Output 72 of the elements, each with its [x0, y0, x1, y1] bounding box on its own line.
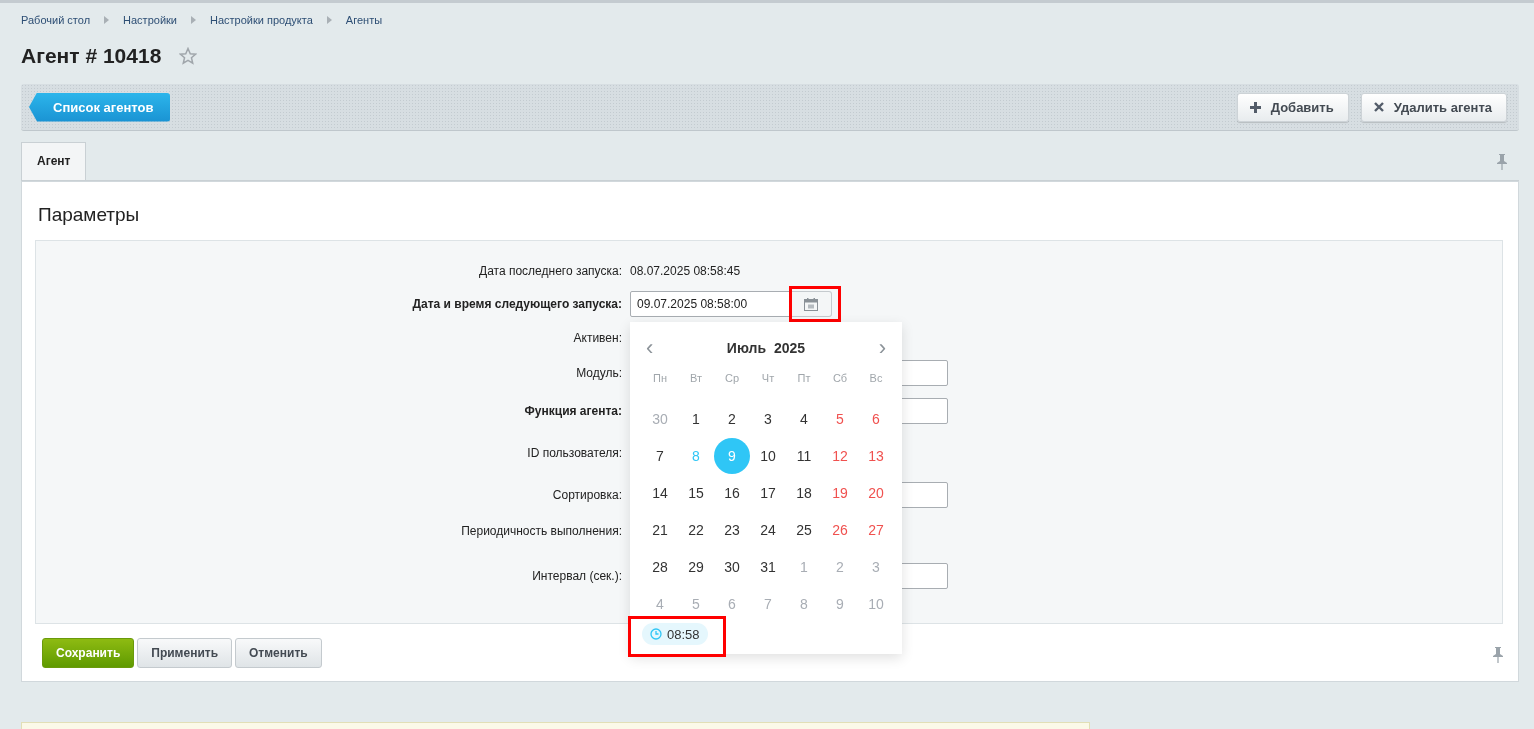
calendar-day[interactable]: 28: [642, 549, 678, 585]
toolbar-button[interactable]: Добавить: [1236, 92, 1349, 122]
page-title: Агент # 10418: [21, 44, 162, 68]
plus-icon: [1249, 101, 1261, 113]
calendar-day[interactable]: 17: [750, 475, 786, 511]
field-value: 08.07.2025 08:58:45: [630, 264, 741, 278]
breadcrumb-link[interactable]: Агенты: [345, 14, 383, 26]
calendar-day[interactable]: 3: [750, 401, 786, 437]
year-label[interactable]: 2025: [774, 340, 806, 356]
calendar-day[interactable]: 2: [714, 401, 750, 437]
date-input-field[interactable]: 09.07.2025 08:58:00: [630, 291, 790, 317]
weekday-label: Вт: [689, 371, 703, 386]
calendar-day[interactable]: 30: [714, 549, 750, 585]
calendar-day[interactable]: 27: [858, 512, 894, 548]
calendar-day[interactable]: 11: [786, 438, 822, 474]
pin-icon[interactable]: [1493, 647, 1503, 663]
calendar-day[interactable]: 21: [642, 512, 678, 548]
pin-icon[interactable]: [1497, 154, 1507, 170]
field-label: Активен:: [572, 331, 623, 345]
close-icon: [1373, 102, 1384, 112]
field-label: Дата и время следующего запуска:: [411, 297, 623, 311]
calendar-day[interactable]: 25: [786, 512, 822, 548]
calendar-day[interactable]: 12: [822, 438, 858, 474]
weekday-label: Пн: [652, 371, 668, 386]
calendar-day[interactable]: 24: [750, 512, 786, 548]
form-button[interactable]: Применить: [137, 638, 233, 668]
calendar-day[interactable]: 31: [750, 549, 786, 585]
field-label: Дата последнего запуска:: [478, 264, 623, 278]
chevron-icon: [191, 16, 196, 24]
calendar-day[interactable]: 4: [786, 401, 822, 437]
calendar-day[interactable]: 29: [678, 549, 714, 585]
star-icon[interactable]: [179, 47, 198, 65]
calendar-day[interactable]: 14: [642, 475, 678, 511]
breadcrumb-link[interactable]: Настройки: [123, 14, 177, 26]
calendar-day[interactable]: 5: [822, 401, 858, 437]
field-label: Модуль:: [575, 366, 623, 380]
chevron-icon: [326, 16, 332, 24]
field-label: Периодичность выполнения:: [460, 524, 623, 538]
weekday-label: Сб: [831, 371, 849, 386]
calendar-day[interactable]: 22: [678, 512, 714, 548]
field-label: Интервал (сек.):: [531, 569, 623, 583]
clock-icon: [650, 628, 662, 640]
calendar-day[interactable]: 19: [822, 475, 858, 511]
section-title: Параметры: [37, 203, 141, 227]
calendar-icon: [803, 297, 818, 311]
calendar-button[interactable]: [790, 291, 832, 317]
weekday-label: Вс: [868, 371, 884, 386]
field-label: Функция агента:: [523, 404, 623, 418]
calendar-day[interactable]: 26: [822, 512, 858, 548]
calendar-day[interactable]: 1: [678, 401, 714, 437]
weekday-label: Ср: [723, 371, 741, 386]
calendar-day[interactable]: 15: [678, 475, 714, 511]
calendar-day[interactable]: 6: [858, 401, 894, 437]
chevron-icon: [104, 16, 110, 24]
calendar-day[interactable]: 18: [786, 475, 822, 511]
breadcrumb-link[interactable]: Настройки продукта: [210, 14, 313, 26]
time-chip[interactable]: 08:58: [642, 623, 708, 645]
toolbar-button[interactable]: Удалить агента: [1360, 92, 1507, 122]
calendar-day[interactable]: 7: [642, 438, 678, 474]
calendar-day[interactable]: 20: [858, 475, 894, 511]
calendar-day[interactable]: 13: [858, 438, 894, 474]
breadcrumb-link[interactable]: Рабочий стол: [21, 14, 91, 26]
month-label[interactable]: Июль: [726, 340, 766, 356]
tab[interactable]: Агент: [21, 142, 87, 180]
calendar-day[interactable]: 10: [750, 438, 786, 474]
field-label: ID пользователя:: [526, 446, 623, 460]
form-button[interactable]: Отменить: [235, 638, 322, 668]
calendar-day[interactable]: 23: [714, 512, 750, 548]
weekday-label: Чт: [760, 371, 776, 386]
field-label: Сортировка:: [551, 488, 623, 502]
weekday-label: Пт: [796, 371, 812, 386]
calendar-day[interactable]: 16: [714, 475, 750, 511]
